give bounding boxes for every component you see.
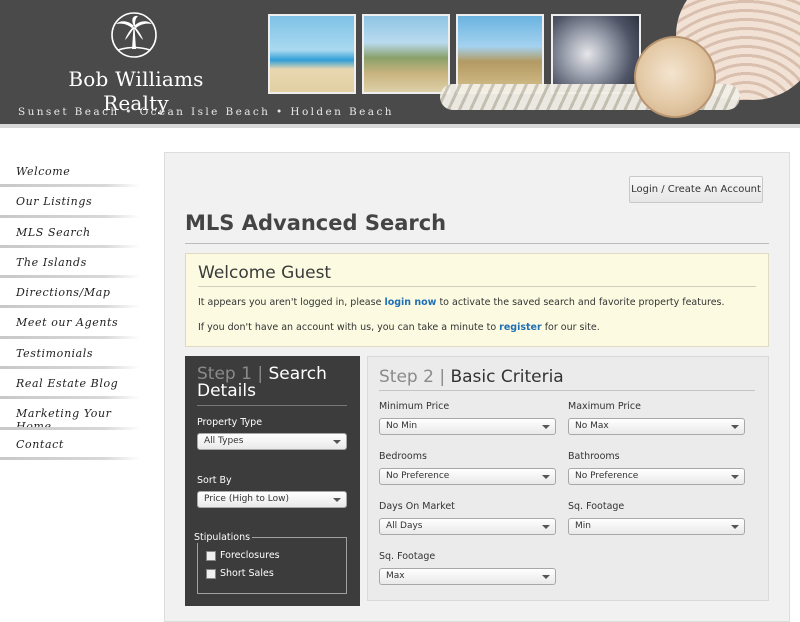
sq-footage-max-label: Sq. Footage	[379, 551, 436, 562]
chevron-down-icon	[542, 425, 550, 429]
rope-knot-photo	[551, 14, 641, 94]
sand-dollar-image	[634, 36, 716, 118]
nav-item-the-islands[interactable]: The Islands	[0, 248, 150, 279]
bedrooms-value: No Preference	[386, 471, 450, 481]
max-price-label: Maximum Price	[568, 401, 642, 412]
login-now-link[interactable]: login now	[384, 297, 436, 308]
chevron-down-icon	[731, 475, 739, 479]
stipulations-label: Stipulations	[192, 532, 253, 543]
bedrooms-label: Bedrooms	[379, 451, 427, 462]
header-divider	[0, 124, 800, 128]
welcome-title: Welcome Guest	[198, 263, 332, 283]
nav-item-welcome[interactable]: Welcome	[0, 157, 150, 188]
max-price-value: No Max	[575, 421, 609, 431]
short-sales-option[interactable]: Short Sales	[206, 568, 274, 579]
sq-footage-max-value: Max	[386, 571, 405, 581]
welcome-notice: Welcome Guest It appears you aren't logg…	[185, 253, 769, 347]
bathrooms-label: Bathrooms	[568, 451, 620, 462]
logo[interactable]: Bob Williams Realty	[46, 12, 226, 115]
welcome-login-text: It appears you aren't logged in, please …	[198, 297, 725, 308]
step2-basic-criteria-panel: Step 2 | Basic Criteria Minimum Price No…	[367, 356, 769, 601]
register-link[interactable]: register	[499, 322, 542, 333]
sort-by-select[interactable]: Price (High to Low)	[197, 491, 347, 508]
welcome-text-1a: It appears you aren't logged in, please	[198, 297, 385, 308]
site-header: Bob Williams Realty Sunset Beach • Ocean…	[0, 0, 800, 128]
sq-footage-min-select[interactable]: Min	[568, 518, 745, 535]
step2-divider	[379, 390, 755, 391]
max-price-select[interactable]: No Max	[568, 418, 745, 435]
foreclosures-label: Foreclosures	[220, 550, 280, 561]
step1-search-details-panel: Step 1 | Search Details Property Type Al…	[185, 356, 360, 606]
step2-title: Basic Criteria	[450, 367, 564, 387]
min-price-label: Minimum Price	[379, 401, 450, 412]
nav-item-contact[interactable]: Contact	[0, 430, 150, 461]
foreclosures-checkbox[interactable]	[206, 550, 216, 561]
sort-by-value: Price (High to Low)	[204, 494, 290, 504]
tagline: Sunset Beach • Ocean Isle Beach • Holden…	[18, 106, 394, 118]
nav-item-testimonials[interactable]: Testimonials	[0, 339, 150, 370]
bathrooms-select[interactable]: No Preference	[568, 468, 745, 485]
sq-footage-min-label: Sq. Footage	[568, 501, 625, 512]
min-price-select[interactable]: No Min	[379, 418, 556, 435]
nav-item-blog[interactable]: Real Estate Blog	[0, 369, 150, 400]
sidebar-nav: Welcome Our Listings MLS Search The Isla…	[0, 157, 150, 461]
property-type-value: All Types	[204, 436, 244, 446]
bathrooms-value: No Preference	[575, 471, 639, 481]
chevron-down-icon	[731, 525, 739, 529]
min-price-value: No Min	[386, 421, 418, 431]
chevron-down-icon	[542, 575, 550, 579]
beach-chairs-photo	[268, 14, 356, 94]
sq-footage-min-value: Min	[575, 521, 591, 531]
foreclosures-option[interactable]: Foreclosures	[206, 550, 280, 561]
bedrooms-select[interactable]: No Preference	[379, 468, 556, 485]
welcome-divider	[198, 286, 756, 287]
property-type-label: Property Type	[197, 417, 263, 428]
days-on-market-label: Days On Market	[379, 501, 455, 512]
short-sales-label: Short Sales	[220, 568, 274, 579]
property-type-select[interactable]: All Types	[197, 433, 347, 450]
title-divider	[185, 243, 769, 244]
welcome-text-2b: for our site.	[541, 322, 600, 333]
main-panel: Login / Create An Account MLS Advanced S…	[164, 152, 790, 622]
short-sales-checkbox[interactable]	[206, 568, 216, 579]
sea-oats-photo	[456, 14, 544, 94]
nav-item-our-listings[interactable]: Our Listings	[0, 187, 150, 218]
dune-fence-photo	[362, 14, 450, 94]
days-on-market-select[interactable]: All Days	[379, 518, 556, 535]
nav-item-meet-agents[interactable]: Meet our Agents	[0, 308, 150, 340]
sq-footage-max-select[interactable]: Max	[379, 568, 556, 585]
chevron-down-icon	[731, 425, 739, 429]
welcome-text-2a: If you don't have an account with us, yo…	[198, 322, 500, 333]
chevron-down-icon	[333, 440, 341, 444]
nav-item-directions-map[interactable]: Directions/Map	[0, 278, 150, 309]
step1-heading: Step 1 | Search Details	[197, 366, 347, 400]
stipulations-fieldset	[197, 537, 347, 594]
step2-heading: Step 2 | Basic Criteria	[379, 367, 564, 387]
nav-item-marketing[interactable]: Marketing Your Home	[0, 399, 150, 433]
welcome-text-1b: to activate the saved search and favorit…	[436, 297, 725, 308]
login-create-account-button[interactable]: Login / Create An Account	[629, 176, 763, 203]
palm-tree-icon	[111, 12, 157, 58]
page-title: MLS Advanced Search	[185, 211, 447, 235]
step1-divider	[197, 405, 347, 406]
chevron-down-icon	[542, 525, 550, 529]
step2-number: Step 2 |	[379, 367, 451, 387]
welcome-register-text: If you don't have an account with us, yo…	[198, 322, 600, 333]
days-on-market-value: All Days	[386, 521, 423, 531]
chevron-down-icon	[333, 498, 341, 502]
chevron-down-icon	[542, 475, 550, 479]
sort-by-label: Sort By	[197, 475, 232, 486]
nav-item-mls-search[interactable]: MLS Search	[0, 218, 150, 249]
